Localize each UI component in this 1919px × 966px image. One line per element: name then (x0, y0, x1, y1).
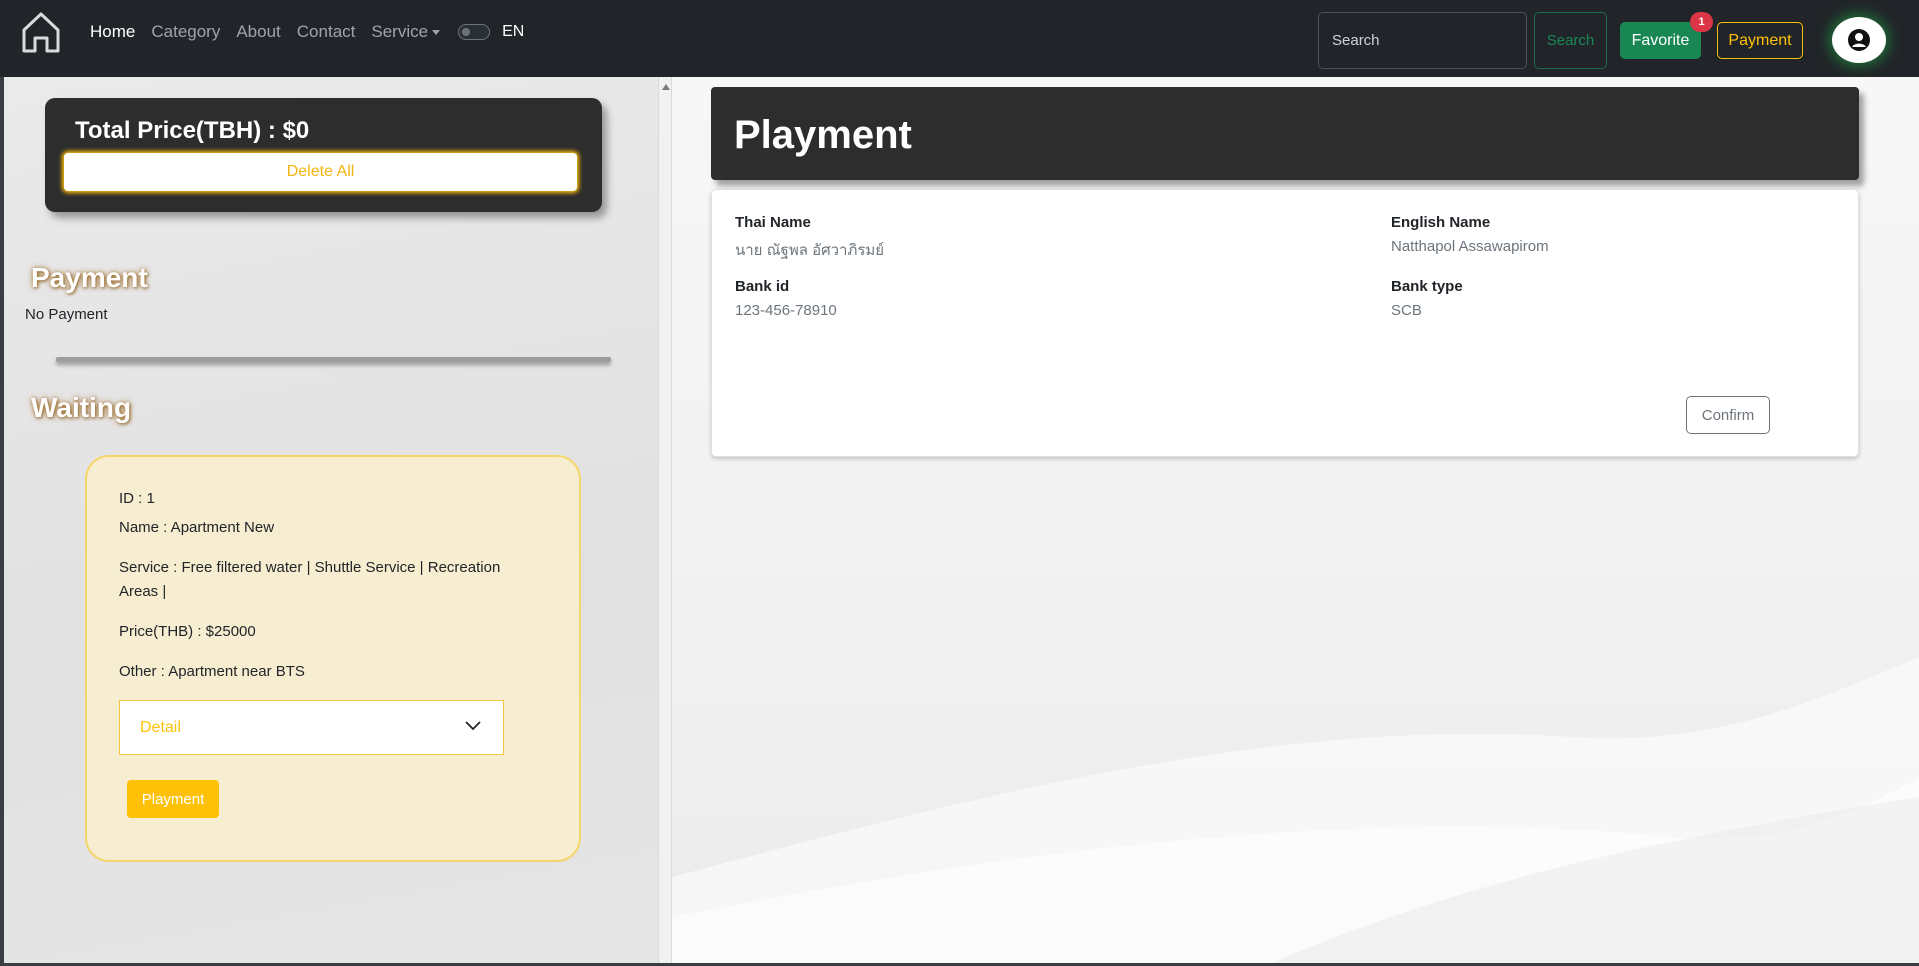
top-navbar: Home Category About Contact Service EN S… (0, 0, 1919, 77)
favorite-button[interactable]: Favorite (1620, 22, 1701, 59)
bank-type-label: Bank type (1391, 278, 1463, 295)
nav-link-category[interactable]: Category (151, 22, 220, 42)
home-logo-icon[interactable] (20, 10, 62, 54)
user-avatar-button[interactable] (1832, 17, 1886, 63)
item-id: ID : 1 (119, 490, 155, 507)
nav-link-contact[interactable]: Contact (297, 22, 356, 42)
total-price-card: Total Price(TBH) : $0 Delete All (45, 98, 602, 212)
bank-id-label: Bank id (735, 278, 790, 295)
payment-heading: Payment (31, 262, 148, 293)
toggle-knob (462, 28, 471, 36)
caret-down-icon (432, 30, 441, 36)
confirm-button[interactable]: Confirm (1686, 396, 1770, 434)
waiting-heading: Waiting (31, 392, 132, 423)
english-name-label: English Name (1391, 214, 1491, 231)
bank-info-card: Thai Name นาย ณัฐพล อัศวาภิรมย์ English … (711, 189, 1859, 457)
search-button[interactable]: Search (1534, 12, 1607, 69)
item-service: Service : Free filtered water | Shuttle … (119, 559, 501, 600)
item-name: Name : Apartment New (119, 519, 275, 536)
thai-name-value: นาย ณัฐพล อัศวาภิรมย์ (735, 242, 885, 259)
language-label: EN (502, 23, 525, 40)
favorite-count-badge: 1 (1690, 12, 1713, 32)
payment-nav-button[interactable]: Payment (1717, 22, 1803, 59)
language-toggle[interactable] (458, 24, 491, 40)
vertical-scrollbar[interactable] (658, 77, 672, 963)
delete-all-button[interactable]: Delete All (64, 153, 577, 191)
detail-accordion[interactable]: Detail (119, 700, 504, 755)
no-payment-text: No Payment (25, 306, 108, 323)
item-payment-button[interactable]: Playment (127, 780, 219, 818)
item-price: Price(THB) : $25000 (119, 623, 256, 640)
bank-type-value: SCB (1391, 302, 1422, 319)
scroll-up-arrow-icon[interactable] (662, 84, 670, 90)
user-circle-icon (1848, 29, 1870, 51)
nav-dropdown-service[interactable]: Service (371, 22, 441, 42)
nav-link-about[interactable]: About (236, 22, 280, 42)
bank-id-value: 123-456-78910 (735, 302, 837, 319)
section-divider (56, 357, 611, 362)
search-input[interactable] (1318, 12, 1527, 69)
payment-page-header: Playment (711, 87, 1859, 180)
payment-main-panel: Playment Thai Name นาย ณัฐพล อัศวาภิรมย์… (672, 77, 1919, 963)
waiting-item-card: ID : 1 Name : Apartment New Service : Fr… (85, 455, 581, 862)
thai-name-label: Thai Name (735, 214, 811, 231)
total-price-title: Total Price(TBH) : $0 (75, 117, 310, 144)
nav-links: Home Category About Contact Service EN (90, 22, 524, 42)
detail-label: Detail (140, 718, 181, 736)
page-title: Playment (734, 113, 912, 157)
chevron-down-icon (465, 721, 481, 731)
nav-link-home[interactable]: Home (90, 22, 135, 42)
english-name-value: Natthapol Assawapirom (1391, 238, 1549, 255)
left-sidebar: Total Price(TBH) : $0 Delete All Payment… (4, 77, 658, 963)
service-label: Service (371, 22, 429, 41)
item-other: Other : Apartment near BTS (119, 663, 305, 680)
